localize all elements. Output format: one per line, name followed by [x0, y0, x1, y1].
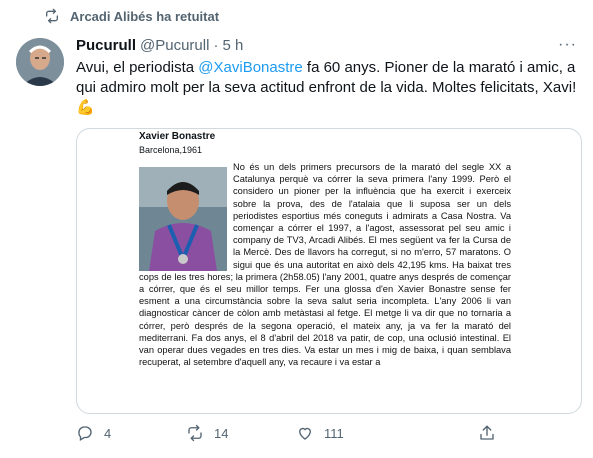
tweet-image[interactable]: Xavier Bonastre Barcelona,1961 No és un … [76, 128, 582, 414]
flexed-biceps-emoji: 💪 [76, 99, 95, 116]
retweet-button[interactable]: 14 [186, 424, 296, 442]
heart-icon [299, 427, 311, 440]
retweet-context-text: Arcadi Alibés ha retuitat [70, 8, 220, 24]
document-body: No és un dels primers precursors de la m… [139, 161, 511, 368]
tweet-timestamp[interactable]: 5 h [222, 37, 243, 54]
more-options-icon[interactable]: ··· [558, 36, 577, 54]
avatar-image [16, 38, 64, 86]
like-count: 111 [324, 425, 344, 441]
retweet-count: 14 [214, 425, 229, 441]
tweet-actions: 4 14 111 [76, 424, 506, 442]
retweet-icon [188, 424, 202, 442]
scanned-document: Xavier Bonastre Barcelona,1961 No és un … [137, 129, 517, 413]
document-subtitle: Barcelona,1961 [139, 145, 203, 155]
tweet-header: Pucurull @Pucurull · 5 h ··· [76, 36, 577, 54]
like-button[interactable]: 111 [296, 424, 406, 442]
avatar[interactable] [16, 38, 64, 86]
reply-icon [78, 426, 92, 441]
reply-count: 4 [104, 425, 112, 441]
mention-link[interactable]: @XaviBonastre [198, 59, 302, 76]
share-icon[interactable] [478, 424, 496, 442]
separator-dot: · [213, 36, 219, 54]
retweet-context[interactable]: Arcadi Alibés ha retuitat [44, 8, 219, 24]
tweet-text-part: Avui, el periodista [76, 59, 199, 76]
tweet-text: Avui, el periodista @XaviBonastre fa 60 … [76, 58, 582, 118]
retweet-icon [46, 8, 58, 24]
author-name[interactable]: Pucurull [76, 37, 136, 54]
author-handle[interactable]: @Pucurull [140, 37, 209, 54]
reply-button[interactable]: 4 [76, 424, 186, 442]
document-title: Xavier Bonastre [139, 131, 216, 142]
